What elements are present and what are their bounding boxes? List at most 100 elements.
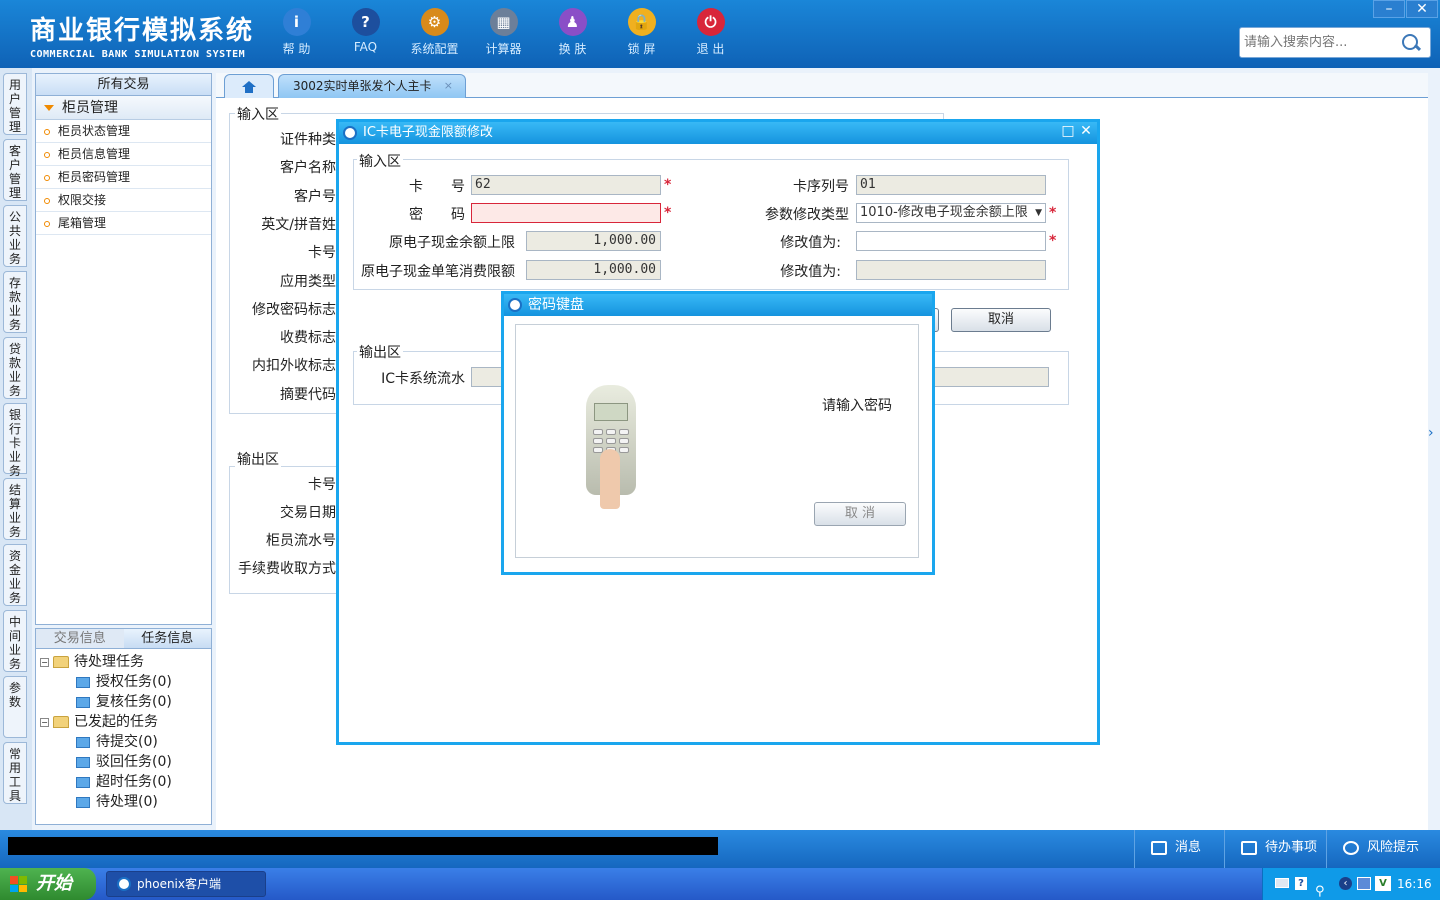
sidebar-item-0[interactable]: 柜员状态管理	[36, 120, 211, 143]
vnav-tab-5[interactable]: 银行卡业务	[3, 403, 27, 478]
usb-icon[interactable]: ⚲	[1315, 876, 1325, 900]
tab-transaction-info[interactable]: 交易信息	[36, 629, 124, 648]
tab-close-icon[interactable]: ×	[444, 75, 453, 97]
keyboard-icon[interactable]	[1275, 878, 1289, 888]
collapse-icon[interactable]: −	[40, 657, 49, 667]
collapse-icon[interactable]: −	[40, 717, 49, 727]
status-bar: 消息 待办事项 风险提示	[0, 830, 1440, 868]
task-tree: − 待处理任务 授权任务(0) 复核任务(0) − 已发起的任务 待提交(0) 驳回…	[36, 649, 211, 812]
folder-icon	[53, 716, 69, 728]
taskbar-window-phoenix[interactable]: phoenix客户端	[106, 871, 266, 897]
task-icon	[76, 756, 90, 768]
tree-node-initiated[interactable]: − 已发起的任务	[40, 712, 211, 732]
network-icon[interactable]	[1357, 877, 1371, 890]
modify-value-label-1: 修改值为:	[780, 235, 841, 251]
tree-node-to-submit[interactable]: 待提交(0)	[40, 732, 211, 752]
toolbar-button-0[interactable]: i 帮 助	[262, 8, 331, 57]
group-label: 柜员管理	[62, 100, 118, 116]
bullet-icon	[44, 128, 50, 135]
close-icon[interactable]: ✕	[1079, 124, 1093, 138]
pin-cancel-button[interactable]: 取 消	[814, 502, 906, 526]
pin-keyboard-dialog: 密码键盘 请输入密码 取 消	[501, 291, 935, 575]
skin-icon: ♟	[558, 8, 587, 36]
dropdown-arrow-icon[interactable]: ▼	[1035, 204, 1042, 222]
orig-balance-limit-label: 原电子现金余额上限	[389, 235, 515, 251]
sidebar-item-1[interactable]: 柜员信息管理	[36, 143, 211, 166]
close-window-button[interactable]: ✕	[1406, 0, 1438, 18]
back-arrow-icon[interactable]: ‹	[1339, 877, 1352, 890]
sidebar-item-4[interactable]: 尾箱管理	[36, 212, 211, 235]
risk-button[interactable]: 风险提示	[1326, 830, 1440, 868]
cancel-button[interactable]: 取消	[951, 308, 1051, 332]
vnav-tab-10[interactable]: 常用工具	[3, 742, 27, 804]
vnav-tab-0[interactable]: 用户管理	[3, 73, 27, 135]
vnav-tab-3[interactable]: 存款业务	[3, 271, 27, 333]
maximize-icon[interactable]: □	[1061, 124, 1075, 138]
pinpad-image	[580, 385, 642, 509]
tab-task-info[interactable]: 任务信息	[123, 629, 211, 648]
task-icon	[76, 776, 90, 788]
toolbar-button-6[interactable]: ⏻ 退 出	[676, 8, 745, 57]
toolbar-button-5[interactable]: 🔒 锁 屏	[607, 8, 676, 57]
vnav-tab-4[interactable]: 贷款业务	[3, 337, 27, 399]
status-message-bar	[8, 837, 718, 855]
tree-node-rejected[interactable]: 驳回任务(0)	[40, 752, 211, 772]
messages-label: 消息	[1175, 840, 1202, 855]
toolbar-button-2[interactable]: ⚙ 系统配置	[400, 8, 469, 57]
tree-label: 待提交(0)	[96, 734, 158, 750]
task-icon	[76, 796, 90, 808]
checkbox-icon	[1241, 840, 1257, 855]
toolbox-icon: ⚙	[420, 8, 449, 36]
vnav-tab-8[interactable]: 中间业务	[3, 610, 27, 672]
tree-node-authorize[interactable]: 授权任务(0)	[40, 672, 211, 692]
risk-label: 风险提示	[1367, 840, 1420, 855]
start-button[interactable]: 开始	[0, 868, 96, 900]
todo-button[interactable]: 待办事项	[1224, 830, 1326, 868]
help-tray-icon[interactable]: ?	[1295, 877, 1307, 890]
transaction-panel-header[interactable]: 所有交易	[36, 74, 211, 96]
vnav-tab-1[interactable]: 客户管理	[3, 139, 27, 201]
tree-node-timeout[interactable]: 超时任务(0)	[40, 772, 211, 792]
vpn-icon[interactable]: V	[1375, 876, 1391, 891]
bg-input-legend: 输入区	[235, 104, 281, 124]
expand-triangle-icon	[44, 105, 54, 111]
question-icon: ?	[351, 8, 380, 36]
tab-issue-card[interactable]: 3002实时单张发个人主卡 ×	[278, 74, 466, 98]
app-logo-icon	[117, 877, 131, 891]
tree-node-pending[interactable]: − 待处理任务	[40, 652, 211, 672]
task-panel: 交易信息 任务信息 − 待处理任务 授权任务(0) 复核任务(0) − 已发起的任务…	[35, 628, 212, 825]
app-subtitle: COMMERCIAL BANK SIMULATION SYSTEM	[30, 49, 246, 60]
sidebar-item-2[interactable]: 柜员密码管理	[36, 166, 211, 189]
calculator-icon: ▦	[489, 8, 518, 36]
card-no-field[interactable]: 62	[471, 175, 661, 195]
param-type-select[interactable]: 1010-修改电子现金余额上限 ▼	[856, 203, 1046, 223]
sidebar-item-label: 柜员信息管理	[58, 147, 131, 161]
tab-home[interactable]	[224, 74, 274, 98]
toolbar-label: FAQ	[353, 40, 378, 54]
vnav-tab-2[interactable]: 公共业务	[3, 205, 27, 267]
toolbar-button-3[interactable]: ▦ 计算器	[469, 8, 538, 57]
minimize-button[interactable]: –	[1373, 0, 1405, 18]
messages-button[interactable]: 消息	[1134, 830, 1224, 868]
clock: 16:16	[1397, 877, 1432, 891]
password-field[interactable]	[471, 203, 661, 223]
windows-logo-icon	[10, 876, 28, 892]
required-mark: *	[664, 177, 672, 193]
vnav-tab-7[interactable]: 资金业务	[3, 544, 27, 606]
search-icon[interactable]	[1400, 32, 1422, 54]
tree-node-processing[interactable]: 待处理(0)	[40, 792, 211, 812]
tree-label: 授权任务(0)	[96, 674, 172, 690]
search-input[interactable]	[1240, 29, 1400, 56]
tree-node-review[interactable]: 复核任务(0)	[40, 692, 211, 712]
group-teller-management[interactable]: 柜员管理	[36, 96, 211, 120]
task-icon	[76, 696, 90, 708]
tab-label: 3002实时单张发个人主卡	[293, 79, 432, 93]
expand-right-icon[interactable]: ›	[1428, 425, 1440, 465]
toolbar-button-4[interactable]: ♟ 换 肤	[538, 8, 607, 57]
toolbar-button-1[interactable]: ? FAQ	[331, 8, 400, 57]
pin-prompt: 请输入密码	[822, 398, 892, 414]
vnav-tab-9[interactable]: 参数	[3, 676, 27, 738]
modify-value-field-1[interactable]	[856, 231, 1046, 251]
vnav-tab-6[interactable]: 结算业务	[3, 478, 27, 540]
sidebar-item-3[interactable]: 权限交接	[36, 189, 211, 212]
